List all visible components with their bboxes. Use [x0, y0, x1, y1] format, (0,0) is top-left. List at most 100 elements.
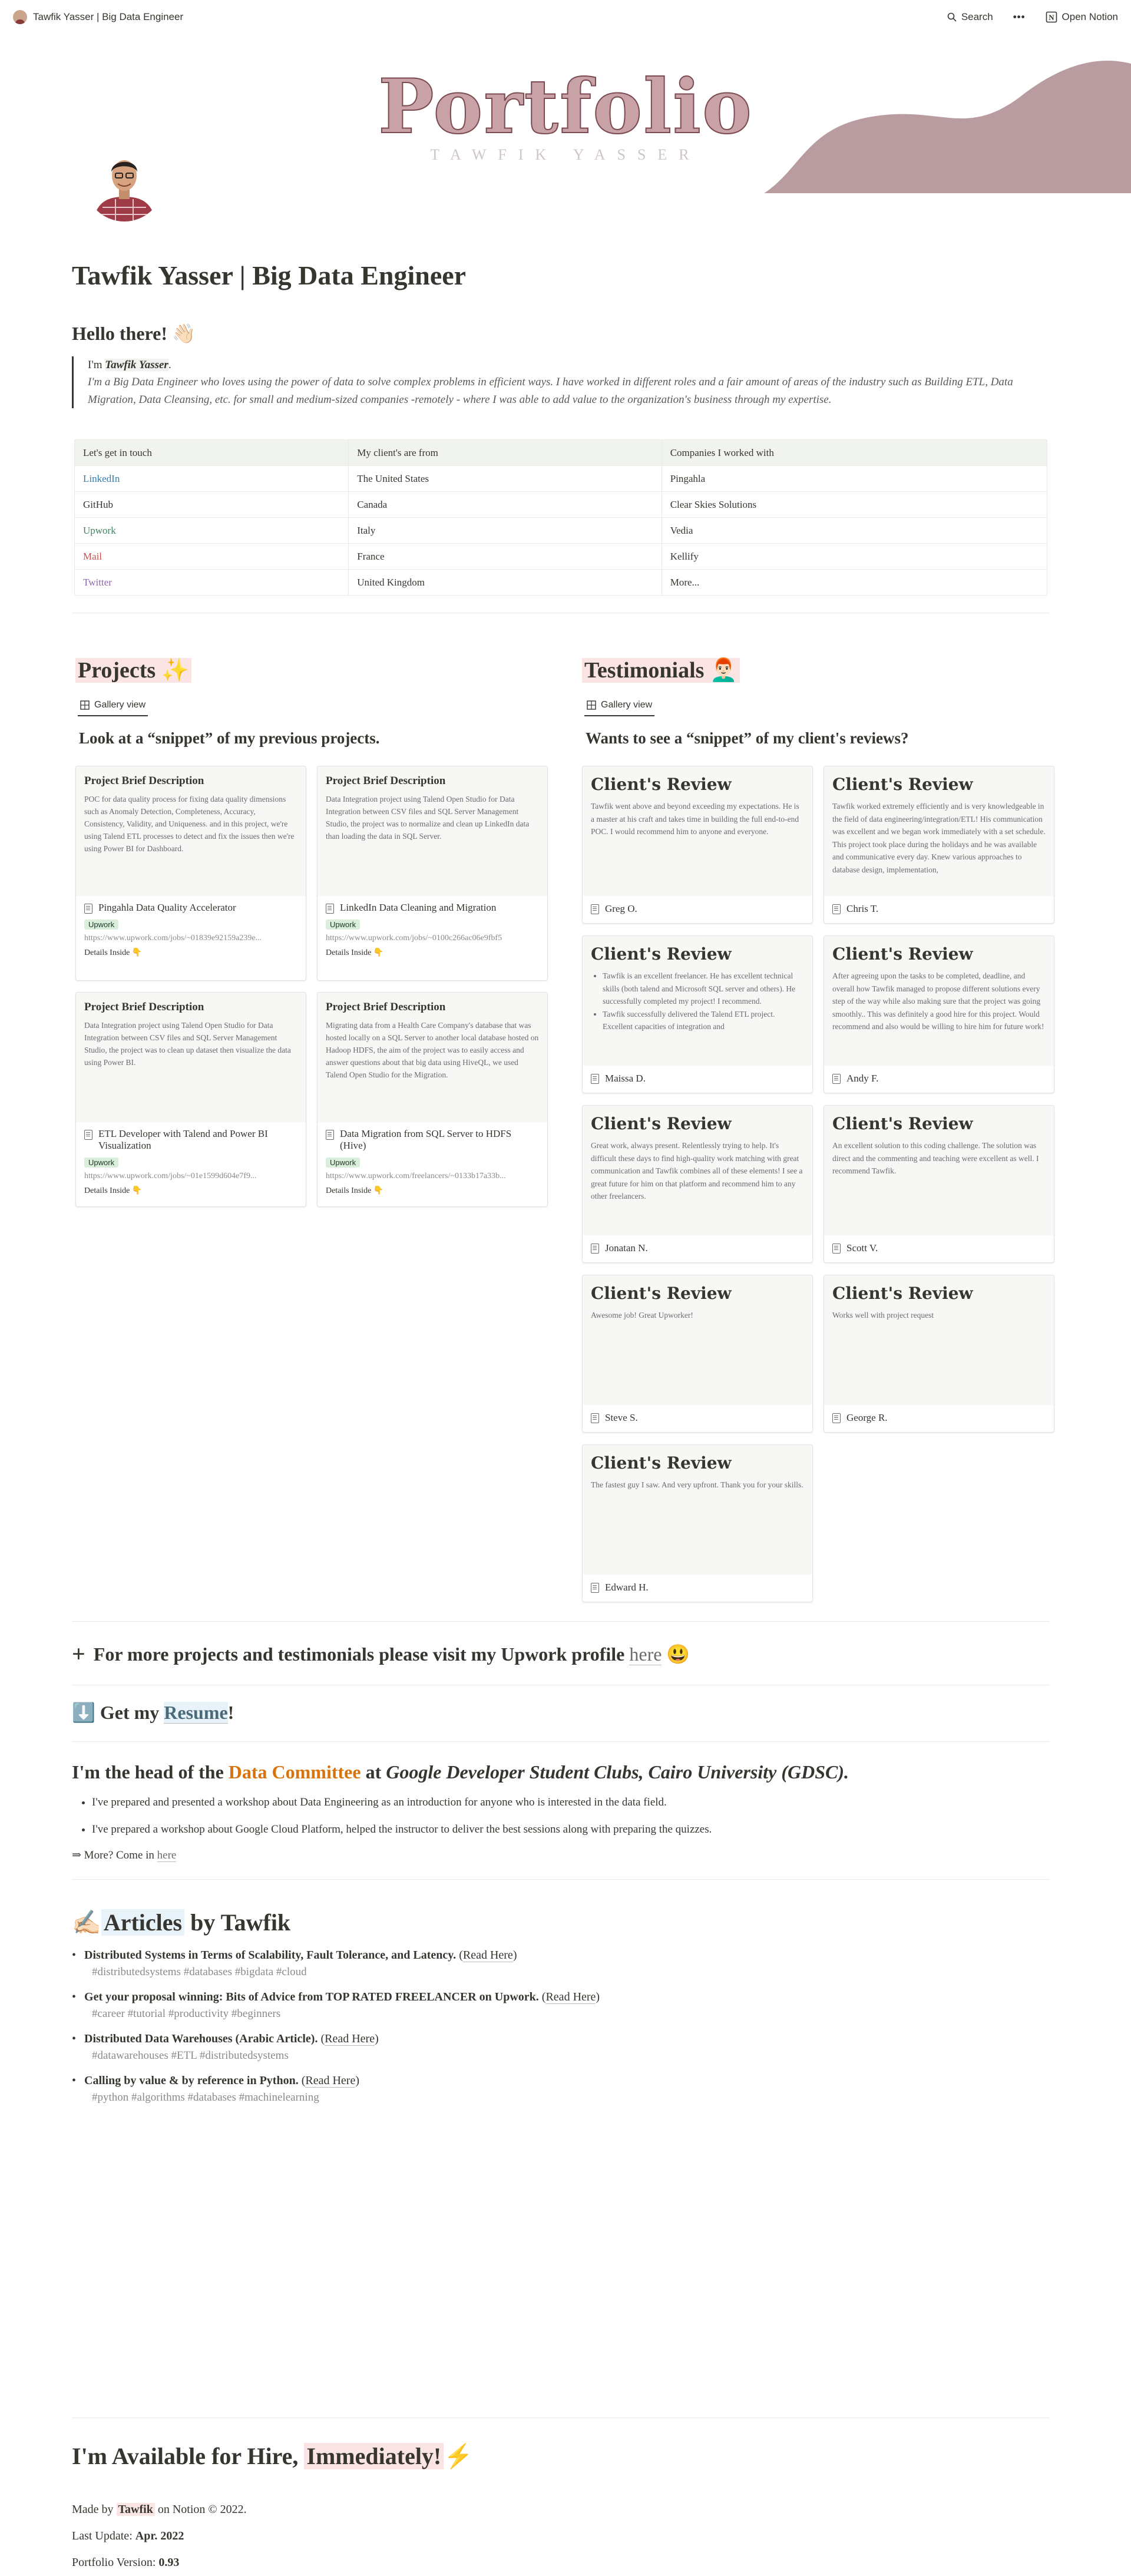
project-card[interactable]: Project Brief Description Data Integrati…	[75, 992, 306, 1207]
bullet-dot: •	[72, 2074, 77, 2087]
page-title: Tawfik Yasser | Big Data Engineer	[72, 260, 467, 290]
download-icon: ⬇️	[72, 1702, 95, 1723]
table-cell-text: France	[357, 550, 385, 562]
review-body: After agreeing upon the tasks to be comp…	[832, 970, 1046, 1059]
review-title: Client's Review	[832, 944, 973, 964]
profile-photo	[82, 140, 166, 224]
page-avatar-icon	[13, 10, 27, 24]
testimonial-card[interactable]: Client's Review An excellent solution to…	[824, 1105, 1054, 1263]
review-text: The fastest guy I saw. And very upfront.…	[591, 1480, 803, 1489]
bullet-dot: •	[72, 1949, 77, 1962]
table-cell-text: Canada	[357, 498, 388, 510]
table-cell-text: Italy	[357, 524, 376, 536]
contact-link-upwork[interactable]: Upwork	[83, 525, 116, 536]
card-preview: Client's Review After agreeing upon the …	[824, 936, 1054, 1066]
reviewer-name: Chris T.	[846, 903, 879, 914]
more-options-button[interactable]: •••	[1013, 11, 1026, 23]
page-icon	[84, 904, 92, 914]
card-preview: Project Brief Description Data Integrati…	[76, 993, 306, 1122]
review-bullet: Tawfik is an excellent freelancer. He ha…	[603, 970, 804, 1008]
testimonial-card[interactable]: Client's Review Tawfik is an excellent f…	[582, 935, 813, 1093]
reviewer-name: Steve S.	[605, 1412, 638, 1423]
review-bullet: Tawfik successfully delivered the Talend…	[603, 1008, 804, 1033]
table-cell-text: Vedia	[670, 524, 693, 536]
contact-table: Let's get in touch My client's are from Co…	[74, 439, 1048, 596]
projects-gallery-view-tab[interactable]: Gallery view	[78, 695, 148, 716]
gdsc-more-link[interactable]: here	[157, 1849, 177, 1862]
card-footer: Chris T.	[824, 896, 1054, 922]
card-preview: Client's Review An excellent solution to…	[824, 1106, 1054, 1235]
project-card[interactable]: Project Brief Description POC for data q…	[75, 766, 306, 981]
more-projects-text: For more projects and testimonials pleas…	[93, 1644, 630, 1665]
page-icon	[832, 1073, 841, 1084]
contact-link-github[interactable]: GitHub	[83, 499, 113, 510]
table-cell: United Kingdom	[348, 569, 662, 596]
breadcrumb[interactable]: Tawfik Yasser | Big Data Engineer	[13, 10, 183, 24]
table-cell: LinkedIn	[74, 465, 349, 492]
version-label: Portfolio Version:	[72, 2556, 159, 2569]
project-url[interactable]: https://www.upwork.com/jobs/~01839e92159…	[84, 934, 297, 943]
articles-list: • Distributed Systems in Terms of Scalab…	[72, 1949, 1038, 2116]
contact-link-linkedin[interactable]: LinkedIn	[83, 473, 120, 484]
bullet-dot: •	[72, 1990, 77, 2003]
testimonial-card[interactable]: Client's Review Great work, always prese…	[582, 1105, 813, 1263]
review-text: An excellent solution to this coding cha…	[832, 1141, 1039, 1176]
card-preview: Client's Review Tawfik worked extremely …	[824, 766, 1054, 896]
gdsc-more: ⇒ More? Come in here	[72, 1848, 177, 1862]
contact-link-mail[interactable]: Mail	[83, 551, 102, 562]
page-icon	[832, 1413, 841, 1423]
writing-hand-icon: ✍🏻	[72, 1909, 101, 1936]
search-button[interactable]: Search	[947, 11, 993, 23]
table-cell: Twitter	[74, 569, 349, 596]
open-notion-button[interactable]: N Open Notion	[1046, 11, 1118, 23]
article-tags: #distributedsystems #databases #bigdata …	[92, 1966, 307, 1978]
review-body: Tawfik went above and beyond exceeding m…	[591, 800, 804, 889]
testimonial-card[interactable]: Client's Review The fastest guy I saw. A…	[582, 1444, 813, 1602]
testimonial-card[interactable]: Client's Review Awesome job! Great Upwor…	[582, 1275, 813, 1433]
read-here-link[interactable]: Read Here	[545, 1990, 596, 2004]
notion-logo-icon: N	[1046, 11, 1057, 23]
gdsc-bullet: I've prepared and presented a workshop a…	[92, 1793, 1026, 1812]
project-card[interactable]: Project Brief Description Migrating data…	[317, 992, 548, 1207]
hire-heading: I'm Available for Hire, Immediately! ⚡	[72, 2442, 473, 2471]
card-preview-title: Project Brief Description	[84, 775, 204, 787]
card-preview: Project Brief Description Migrating data…	[318, 993, 547, 1122]
breadcrumb-title[interactable]: Tawfik Yasser | Big Data Engineer	[33, 11, 183, 23]
read-here-link[interactable]: Read Here	[305, 2074, 356, 2088]
testimonials-gallery-view-tab[interactable]: Gallery view	[584, 695, 655, 716]
open-notion-label: Open Notion	[1061, 11, 1118, 22]
testimonial-card[interactable]: Client's Review Tawfik worked extremely …	[824, 766, 1054, 924]
card-preview: Client's Review Works well with project …	[824, 1275, 1054, 1405]
card-footer: George R.	[824, 1405, 1054, 1431]
project-url[interactable]: https://www.upwork.com/jobs/~0100c266ac0…	[326, 934, 539, 943]
project-url[interactable]: https://www.upwork.com/jobs/~01e1599d604…	[84, 1172, 297, 1181]
author-name: Tawfik	[116, 2503, 155, 2516]
table-row: Mail France Kellify	[74, 543, 1048, 570]
cover-subtitle: TAWFIK YASSER	[430, 146, 701, 163]
table-row: GitHub Canada Clear Skies Solutions	[74, 491, 1048, 518]
read-here-link[interactable]: Read Here	[462, 1949, 513, 1962]
project-card[interactable]: Project Brief Description Data Integrati…	[317, 766, 548, 981]
intro-name: Tawfik Yasser	[105, 359, 168, 371]
contact-link-twitter[interactable]: Twitter	[83, 577, 112, 588]
testimonial-card[interactable]: Client's Review After agreeing upon the …	[824, 935, 1054, 1093]
articles-heading: ✍🏻 Articles by Tawfik	[72, 1909, 290, 1937]
table-cell: Kellify	[661, 543, 1048, 570]
made-post: on Notion © 2022.	[154, 2503, 247, 2516]
review-title: Client's Review	[591, 1453, 732, 1473]
project-url[interactable]: https://www.upwork.com/freelancers/~0133…	[326, 1172, 539, 1181]
card-preview-title: Project Brief Description	[84, 1001, 204, 1013]
article-item: • Calling by value & by reference in Pyt…	[72, 2074, 1038, 2104]
page-icon	[84, 1130, 92, 1140]
resume-link[interactable]: Resume	[164, 1702, 228, 1724]
reviewer-name: Edward H.	[605, 1582, 649, 1593]
card-footer: ETL Developer with Talend and Power BI V…	[76, 1122, 306, 1202]
review-title: Client's Review	[832, 1284, 973, 1303]
testimonial-card[interactable]: Client's Review Tawfik went above and be…	[582, 766, 813, 924]
intro-bio: I'm a Big Data Engineer who loves using …	[88, 376, 1013, 406]
card-preview: Client's Review Great work, always prese…	[583, 1106, 812, 1235]
read-here-link[interactable]: Read Here	[325, 2032, 375, 2046]
upwork-profile-link[interactable]: here	[629, 1644, 662, 1665]
testimonial-card[interactable]: Client's Review Works well with project …	[824, 1275, 1054, 1433]
page-icon	[591, 1073, 599, 1084]
